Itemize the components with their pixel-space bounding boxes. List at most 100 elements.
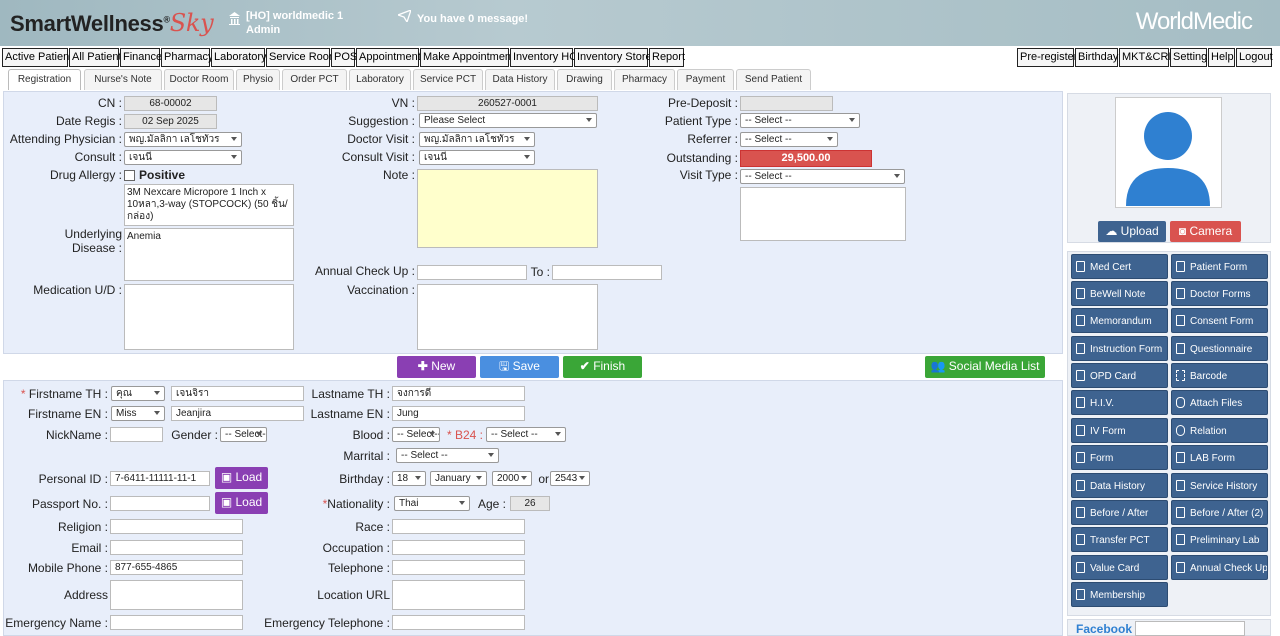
religion-field[interactable]: [110, 519, 243, 534]
questionnaire-button[interactable]: Questionnaire: [1171, 336, 1268, 361]
birth-month-select[interactable]: January: [430, 471, 487, 486]
menu-setting[interactable]: Setting: [1170, 48, 1207, 67]
hiv-button[interactable]: H.I.V.: [1071, 390, 1168, 415]
menu-inventory-store[interactable]: Inventory Store: [574, 48, 652, 67]
consult-select[interactable]: เจนนี่: [124, 150, 242, 165]
tab-data-history[interactable]: Data History: [485, 69, 555, 90]
save-button[interactable]: 🖫 Save: [480, 356, 559, 378]
birth-day-select[interactable]: 18: [392, 471, 426, 486]
tab-drawing[interactable]: Drawing: [557, 69, 612, 90]
nickname-field[interactable]: [110, 427, 163, 442]
tab-order-pct[interactable]: Order PCT: [282, 69, 347, 90]
menu-mkt-crm[interactable]: MKT&CRM: [1119, 48, 1178, 67]
menu-logout[interactable]: Logout: [1236, 48, 1273, 67]
load-id-button[interactable]: ▣ Load: [215, 467, 268, 489]
menu-pos[interactable]: POS: [331, 48, 357, 67]
doctor-visit-select[interactable]: พญ.มัลลิกา เลโชทัวร: [419, 132, 535, 147]
menu-make-appointment[interactable]: Make Appointment: [420, 48, 514, 67]
upload-button[interactable]: ☁ Upload: [1098, 221, 1166, 242]
memorandum-button[interactable]: Memorandum: [1071, 308, 1168, 333]
race-field[interactable]: [392, 519, 525, 534]
b24-select[interactable]: -- Select --: [486, 427, 566, 442]
title-en-select[interactable]: Miss: [111, 406, 165, 421]
tab-doctor-room[interactable]: Doctor Room: [164, 69, 234, 90]
mobile-field[interactable]: 877-655-4865: [110, 560, 243, 575]
menu-help[interactable]: Help: [1208, 48, 1235, 67]
tab-physio[interactable]: Physio: [236, 69, 280, 90]
tab-pharmacy[interactable]: Pharmacy: [614, 69, 675, 90]
blood-select[interactable]: -- Select--: [392, 427, 440, 442]
tab-payment[interactable]: Payment: [677, 69, 734, 90]
annual-from-field[interactable]: [417, 265, 527, 280]
occupation-field[interactable]: [392, 540, 525, 555]
drug-allergy-text[interactable]: 3M Nexcare Micropore 1 Inch x 10หลา,3-wa…: [124, 184, 294, 226]
vaccination-textarea[interactable]: [417, 284, 598, 350]
referrer-select[interactable]: -- Select --: [740, 132, 838, 147]
menu-appointment[interactable]: Appointment: [356, 48, 421, 67]
med-cert-button[interactable]: Med Cert: [1071, 254, 1168, 279]
birth-year-th-select[interactable]: 2543: [550, 471, 590, 486]
patient-form-button[interactable]: Patient Form: [1171, 254, 1268, 279]
finish-button[interactable]: ✔ Finish: [563, 356, 642, 378]
lastname-en-field[interactable]: Jung: [392, 406, 525, 421]
underlying-text[interactable]: Anemia: [124, 228, 294, 281]
membership-button[interactable]: Membership: [1071, 582, 1168, 607]
menu-pre-register[interactable]: Pre-register: [1017, 48, 1077, 67]
menu-birthday[interactable]: Birthday: [1075, 48, 1118, 67]
data-history-button[interactable]: Data History: [1071, 473, 1168, 498]
instruction-form-button[interactable]: Instruction Form: [1071, 336, 1168, 361]
transfer-pct-button[interactable]: Transfer PCT: [1071, 527, 1168, 552]
consent-form-button[interactable]: Consent Form: [1171, 308, 1268, 333]
new-button[interactable]: ✚ New: [397, 356, 476, 378]
messages-link[interactable]: You have 0 message!: [396, 8, 528, 25]
form-button[interactable]: Form: [1071, 445, 1168, 470]
barcode-button[interactable]: Barcode: [1171, 363, 1268, 388]
visit-type-textarea[interactable]: [740, 187, 906, 241]
facebook-field[interactable]: [1135, 621, 1245, 636]
medication-text[interactable]: [124, 284, 294, 350]
menu-laboratory[interactable]: Laboratory: [211, 48, 267, 67]
email-field[interactable]: [110, 540, 243, 555]
attach-files-button[interactable]: Attach Files: [1171, 390, 1268, 415]
consult-visit-select[interactable]: เจนนี่: [419, 150, 535, 165]
personal-id-field[interactable]: 7-6411-11111-11-1: [110, 471, 210, 486]
visit-type-select[interactable]: -- Select --: [740, 169, 905, 184]
lastname-th-field[interactable]: จงการดี: [392, 386, 525, 401]
value-card-button[interactable]: Value Card: [1071, 555, 1168, 580]
drug-allergy-checkbox[interactable]: [124, 170, 135, 181]
preliminary-lab-button[interactable]: Preliminary Lab: [1171, 527, 1268, 552]
title-th-select[interactable]: คุณ: [111, 386, 165, 401]
suggestion-select[interactable]: Please Select: [419, 113, 597, 128]
menu-finance[interactable]: Finance: [120, 48, 162, 67]
tab-registration[interactable]: Registration: [8, 69, 81, 90]
menu-pharmacy[interactable]: Pharmacy: [161, 48, 214, 67]
patient-type-select[interactable]: -- Select --: [740, 113, 860, 128]
load-passport-button[interactable]: ▣ Load: [215, 492, 268, 514]
note-textarea[interactable]: [417, 169, 598, 248]
iv-form-button[interactable]: IV Form: [1071, 418, 1168, 443]
camera-button[interactable]: ◙ Camera: [1170, 221, 1241, 242]
relation-button[interactable]: Relation: [1171, 418, 1268, 443]
doctor-forms-button[interactable]: Doctor Forms: [1171, 281, 1268, 306]
opd-card-button[interactable]: OPD Card: [1071, 363, 1168, 388]
tab-service-pct[interactable]: Service PCT: [413, 69, 483, 90]
bewell-note-button[interactable]: BeWell Note: [1071, 281, 1168, 306]
lab-form-button[interactable]: LAB Form: [1171, 445, 1268, 470]
passport-field[interactable]: [110, 496, 210, 511]
attending-select[interactable]: พญ.มัลลิกา เลโชทัวร: [124, 132, 242, 147]
address-field[interactable]: [110, 580, 243, 610]
location-url-field[interactable]: [392, 580, 525, 610]
menu-inventory-ho[interactable]: Inventory HO: [510, 48, 578, 67]
birth-year-select[interactable]: 2000: [492, 471, 532, 486]
menu-service-room[interactable]: Service Room: [266, 48, 338, 67]
tab-nurses-note[interactable]: Nurse's Note: [84, 69, 162, 90]
tab-send-patient[interactable]: Send Patient: [736, 69, 811, 90]
emergency-tel-field[interactable]: [392, 615, 525, 630]
before-after-button[interactable]: Before / After: [1071, 500, 1168, 525]
menu-report[interactable]: Report: [649, 48, 685, 67]
annual-check-up-button[interactable]: Annual Check Up: [1171, 555, 1268, 580]
emergency-name-field[interactable]: [110, 615, 243, 630]
nationality-select[interactable]: Thai: [394, 496, 470, 511]
before-after-2-button[interactable]: Before / After (2): [1171, 500, 1268, 525]
telephone-field[interactable]: [392, 560, 525, 575]
